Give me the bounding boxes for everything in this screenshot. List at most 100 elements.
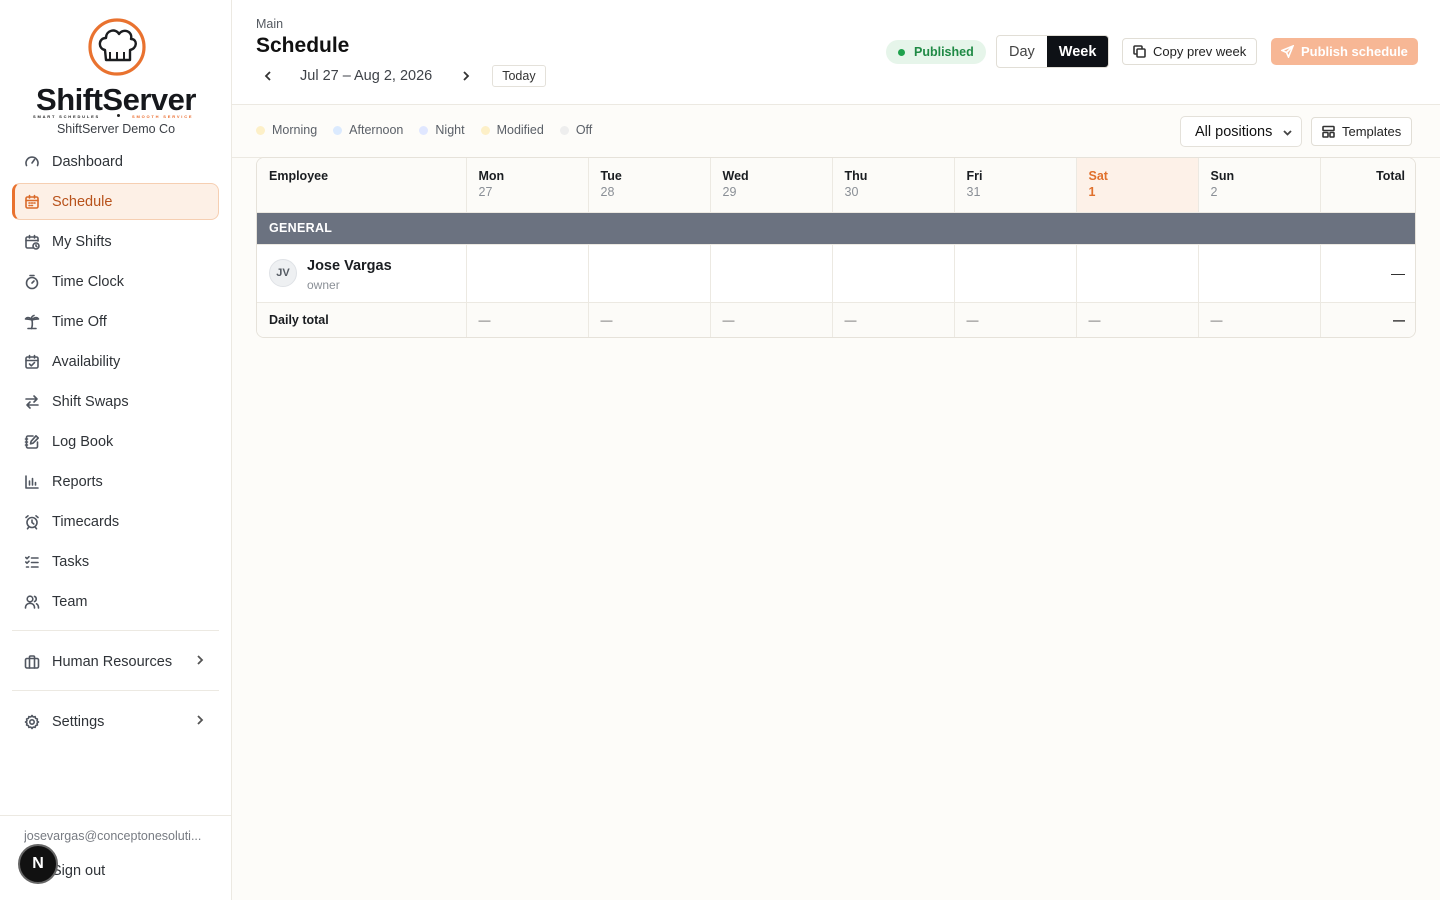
publish-schedule-button[interactable]: Publish schedule <box>1271 38 1418 65</box>
sidebar-item-label: Reports <box>52 473 103 490</box>
page-header: Main Schedule Jul 27 – Aug 2, 2026 Today… <box>232 0 1440 105</box>
nav-divider <box>12 630 219 631</box>
templates-button[interactable]: Templates <box>1311 117 1413 146</box>
day-view-button[interactable]: Day <box>997 36 1047 67</box>
dev-tools-badge[interactable]: N <box>18 844 58 884</box>
gear-icon <box>24 714 40 730</box>
avatar: JV <box>269 258 297 287</box>
layout-template-icon <box>1322 125 1335 138</box>
sidebar-item-shift-swaps[interactable]: Shift Swaps <box>12 383 219 420</box>
legend-swatch <box>256 125 265 135</box>
next-week-button[interactable] <box>454 64 478 88</box>
positions-select-value: All positions <box>1195 123 1273 140</box>
user-email: josevargas@conceptonesoluti... <box>24 829 202 843</box>
column-header-total: Total <box>1320 158 1415 213</box>
stopwatch-icon <box>24 274 40 290</box>
breadcrumb: Main <box>256 17 284 31</box>
sidebar-item-label: Settings <box>52 713 105 730</box>
column-header-wed[interactable]: Wed 29 <box>710 158 833 213</box>
legend-afternoon: Afternoon <box>333 123 403 137</box>
brand-tagline-separator <box>117 114 120 117</box>
employee-total-hours: — <box>1320 244 1415 303</box>
chevron-right-icon <box>193 653 207 670</box>
sidebar-item-label: Schedule <box>52 193 113 210</box>
chevron-right-icon <box>193 713 207 730</box>
brand-wordmark: ShiftServer <box>36 82 196 117</box>
sidebar-item-human-resources[interactable]: Human Resources <box>12 643 219 680</box>
sidebar-item-log-book[interactable]: Log Book <box>12 423 219 460</box>
today-button[interactable]: Today <box>492 65 546 87</box>
company-name: ShiftServer Demo Co <box>56 122 176 136</box>
copy-prev-week-button[interactable]: Copy prev week <box>1122 38 1258 65</box>
schedule-grid: Employee Mon 27 Tue 28 Wed 29 Thu 30 Fri 31 S… <box>256 157 1416 338</box>
shift-cell-tue[interactable] <box>588 244 711 303</box>
column-header-mon[interactable]: Mon 27 <box>466 158 589 213</box>
column-header-tue[interactable]: Tue 28 <box>588 158 711 213</box>
sidebar-item-timecards[interactable]: Timecards <box>12 503 219 540</box>
shift-cell-mon[interactable] <box>466 244 589 303</box>
chevron-left-icon <box>264 71 271 81</box>
date-range-label: Jul 27 – Aug 2, 2026 <box>300 68 433 84</box>
daily-grand-total: — <box>1320 302 1415 337</box>
legend-swatch <box>333 125 343 135</box>
legend-swatch <box>419 125 429 135</box>
sidebar-footer: josevargas@conceptonesoluti... Sign out … <box>0 815 232 900</box>
templates-label: Templates <box>1342 124 1402 139</box>
palm-tree-icon <box>24 314 40 330</box>
shift-cell-sun[interactable] <box>1198 244 1321 303</box>
sidebar-item-schedule[interactable]: Schedule <box>12 183 219 220</box>
group-label: GENERAL <box>257 212 1415 245</box>
daily-total-fri: — <box>954 302 1077 337</box>
sidebar-item-my-shifts[interactable]: My Shifts <box>12 223 219 260</box>
sidebar-item-team[interactable]: Team <box>12 583 219 620</box>
employee-role: owner <box>307 277 340 292</box>
shift-cell-thu[interactable] <box>832 244 955 303</box>
column-header-sat-today[interactable]: Sat 1 <box>1076 158 1199 213</box>
column-header-employee: Employee <box>257 158 467 213</box>
sidebar: ShiftServer SMART SCHEDULES SMOOTH SERVI… <box>0 0 232 900</box>
nav-divider <box>12 690 219 691</box>
chevron-down-icon <box>1283 130 1292 136</box>
brand-logo[interactable]: ShiftServer SMART SCHEDULES SMOOTH SERVI… <box>0 10 232 136</box>
sidebar-item-settings[interactable]: Settings <box>12 703 219 740</box>
sidebar-item-label: Human Resources <box>52 653 173 670</box>
sidebar-item-dashboard[interactable]: Dashboard <box>12 143 219 180</box>
sidebar-item-label: Log Book <box>52 433 114 450</box>
sidebar-item-label: Shift Swaps <box>52 393 129 410</box>
legend-off: Off <box>559 123 592 137</box>
legend-swatch <box>480 125 490 135</box>
calendar-clock-icon <box>24 234 40 250</box>
sidebar-item-label: Time Clock <box>52 273 124 290</box>
shift-cell-fri[interactable] <box>954 244 1077 303</box>
column-header-fri[interactable]: Fri 31 <box>954 158 1077 213</box>
sidebar-item-availability[interactable]: Availability <box>12 343 219 380</box>
week-view-button[interactable]: Week <box>1046 36 1109 67</box>
daily-total-label: Daily total <box>257 302 467 337</box>
schedule-toolbar: Morning Afternoon Night Modified Off All… <box>232 105 1440 158</box>
previous-week-button[interactable] <box>256 64 280 88</box>
daily-total-row: Daily total — — — — — — — — <box>257 302 1415 337</box>
sidebar-item-label: Dashboard <box>52 153 123 170</box>
sign-out-button[interactable]: Sign out <box>52 863 105 879</box>
column-header-sun[interactable]: Sun 2 <box>1198 158 1321 213</box>
column-header-thu[interactable]: Thu 30 <box>832 158 955 213</box>
brand-tagline-left: SMART SCHEDULES <box>33 114 101 119</box>
shift-cell-wed[interactable] <box>710 244 833 303</box>
daily-total-mon: — <box>466 302 589 337</box>
grid-header-row: Employee Mon 27 Tue 28 Wed 29 Thu 30 Fri 31 S… <box>257 158 1415 213</box>
calendar-icon <box>24 194 40 210</box>
sidebar-item-reports[interactable]: Reports <box>12 463 219 500</box>
sidebar-item-tasks[interactable]: Tasks <box>12 543 219 580</box>
legend-modified: Modified <box>480 123 544 137</box>
sidebar-item-time-off[interactable]: Time Off <box>12 303 219 340</box>
employee-cell[interactable]: JV Jose Vargas owner <box>257 244 467 303</box>
shift-cell-sat[interactable] <box>1076 244 1199 303</box>
sidebar-item-label: My Shifts <box>52 233 112 250</box>
daily-total-sun: — <box>1198 302 1321 337</box>
positions-select[interactable]: All positions <box>1180 116 1302 147</box>
sidebar-item-label: Tasks <box>52 553 90 570</box>
group-row: GENERAL <box>257 212 1415 245</box>
swap-icon <box>24 394 40 410</box>
sidebar-item-time-clock[interactable]: Time Clock <box>12 263 219 300</box>
briefcase-icon <box>24 654 40 670</box>
